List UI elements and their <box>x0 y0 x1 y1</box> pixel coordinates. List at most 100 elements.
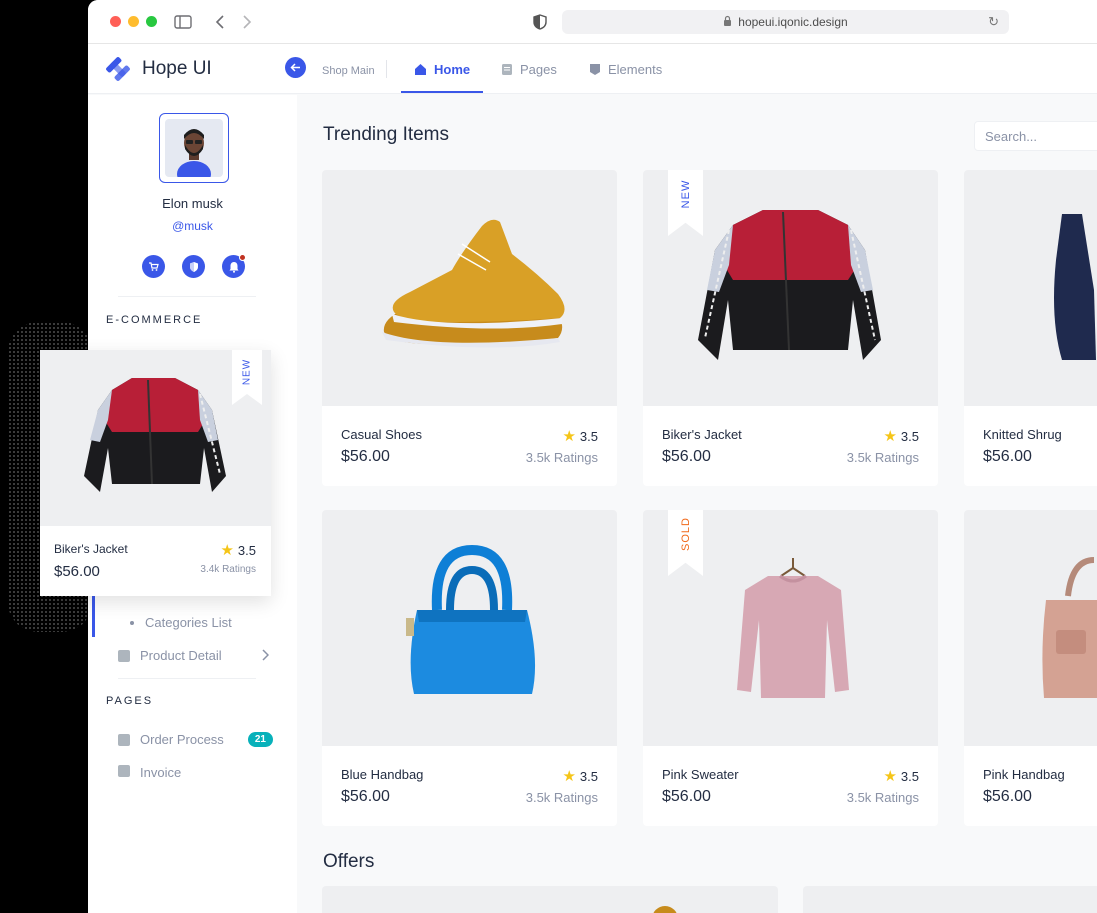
sidebar-item-label: Order Process <box>140 732 224 747</box>
product-image <box>964 170 1097 406</box>
home-icon <box>415 64 426 75</box>
breadcrumb[interactable]: Shop Main <box>322 65 375 77</box>
new-tag-label: NEW <box>241 358 253 386</box>
bell-icon <box>229 261 238 273</box>
order-process-icon <box>118 733 130 746</box>
close-window-button[interactable] <box>110 16 121 27</box>
product-image: SOLD <box>643 510 938 746</box>
product-rating: ★ 3.5 <box>220 541 256 559</box>
maximize-window-button[interactable] <box>146 16 157 27</box>
product-name: Pink Handbag <box>983 767 1065 782</box>
arrow-left-icon <box>290 63 300 72</box>
knitted-shrug-image <box>1054 214 1096 360</box>
product-price: $56.00 <box>54 563 100 580</box>
bullet-icon <box>130 620 134 625</box>
rating-count: 3.4k Ratings <box>200 564 256 575</box>
hope-ui-logo-icon <box>106 57 130 81</box>
nav-elements-label: Elements <box>608 62 663 77</box>
product-rating: ★ 3.5 <box>562 427 598 445</box>
star-icon: ★ <box>562 768 576 785</box>
star-icon: ★ <box>883 428 897 445</box>
sidebar-toggle-icon[interactable] <box>173 12 193 32</box>
invoice-icon <box>118 765 130 777</box>
sidebar-item-product-detail[interactable]: Product Detail <box>118 648 269 663</box>
shield-button[interactable] <box>182 255 205 278</box>
product-price: $56.00 <box>341 788 390 805</box>
lock-icon <box>723 15 732 29</box>
sidebar-divider <box>118 678 256 679</box>
page-title: Trending Items <box>323 124 450 145</box>
sidebar-item-invoice[interactable]: Invoice <box>118 765 181 777</box>
product-rating: ★ 3.5 <box>883 767 919 785</box>
product-rating: ★ 3.5 <box>562 767 598 785</box>
blue-handbag-image <box>406 544 536 694</box>
product-price: $56.00 <box>983 448 1032 465</box>
nav-home[interactable]: Home <box>414 62 470 77</box>
user-handle[interactable]: @musk <box>88 219 297 233</box>
minimize-window-button[interactable] <box>128 16 139 27</box>
sold-tag-label: SOLD <box>679 517 692 551</box>
product-image: NEW <box>643 170 938 406</box>
privacy-shield-icon[interactable] <box>530 12 550 32</box>
address-bar[interactable]: hopeui.iqonic.design ↻ <box>562 10 1009 34</box>
new-tag-label: NEW <box>679 179 692 209</box>
sidebar-item-order-process[interactable]: Order Process 21 <box>118 732 273 747</box>
back-arrow-icon[interactable] <box>210 12 230 32</box>
product-image <box>322 510 617 746</box>
search-input[interactable] <box>974 121 1097 151</box>
product-price: $56.00 <box>662 788 711 805</box>
pages-icon <box>502 64 512 75</box>
product-price: $56.00 <box>341 448 390 465</box>
product-card[interactable]: Blue Handbag $56.00 ★ 3.5 3.5k Ratings <box>322 510 617 826</box>
product-card[interactable]: Pink Handbag $56.00 <box>964 510 1097 826</box>
product-image <box>322 170 617 406</box>
section-ecommerce: E-COMMERCE <box>106 314 203 326</box>
product-price: $56.00 <box>662 448 711 465</box>
reload-icon[interactable]: ↻ <box>988 14 999 30</box>
product-name: Casual Shoes <box>341 427 422 442</box>
product-name: Biker's Jacket <box>662 427 742 442</box>
offer-card[interactable] <box>803 886 1097 913</box>
product-detail-icon <box>118 649 130 662</box>
star-icon: ★ <box>220 542 234 559</box>
star-icon: ★ <box>883 768 897 785</box>
product-rating: ★ 3.5 <box>883 427 919 445</box>
sidebar-collapse-button[interactable] <box>285 57 306 78</box>
notifications-button[interactable] <box>222 254 246 278</box>
shoe-image <box>382 219 565 348</box>
notification-dot <box>239 254 246 261</box>
active-menu-indicator <box>92 595 95 637</box>
product-price: $56.00 <box>983 788 1032 805</box>
active-tab-indicator <box>401 91 483 93</box>
shield-icon <box>189 261 198 272</box>
cart-button[interactable] <box>142 255 165 278</box>
sidebar-item-label: Invoice <box>140 765 182 777</box>
elements-icon <box>590 64 600 75</box>
breadcrumb-divider <box>386 60 387 78</box>
floating-product-card[interactable]: NEW Biker's Jacket $56.00 ★ 3.5 3.4k Rati… <box>40 350 271 596</box>
chevron-right-icon <box>262 649 269 661</box>
browser-toolbar: hopeui.iqonic.design ↻ <box>88 0 1097 44</box>
app-header: Hope UI Shop Main Home Pages Elements <box>88 44 1097 94</box>
nav-pages[interactable]: Pages <box>501 62 557 77</box>
rating-value: 3.5 <box>900 428 919 444</box>
offer-product-image <box>652 906 678 913</box>
offer-card[interactable] <box>322 886 778 913</box>
nav-elements[interactable]: Elements <box>589 62 662 77</box>
rating-value: 3.5 <box>900 768 919 784</box>
sidebar-item-categories-list[interactable]: Categories List <box>115 615 232 630</box>
offers-title: Offers <box>323 851 375 872</box>
rating-count: 3.5k Ratings <box>846 450 919 465</box>
product-card[interactable]: SOLD Pink Sweater $56.00 ★ 3.5 3.5k Ratin… <box>643 510 938 826</box>
avatar-image <box>165 119 223 177</box>
url-text: hopeui.iqonic.design <box>738 15 848 29</box>
product-card[interactable]: Casual Shoes $56.00 ★ 3.5 3.5k Ratings <box>322 170 617 486</box>
avatar[interactable] <box>159 113 229 183</box>
brand-name: Hope UI <box>142 58 212 79</box>
forward-arrow-icon[interactable] <box>237 12 257 32</box>
order-count-badge: 21 <box>247 732 273 747</box>
rating-count: 3.5k Ratings <box>525 790 598 805</box>
nav-home-label: Home <box>434 62 471 77</box>
product-card[interactable]: Knitted Shrug $56.00 <box>964 170 1097 486</box>
product-card[interactable]: NEW Biker's Jacket $56.00 ★ 3.5 3.5k Rati… <box>643 170 938 486</box>
